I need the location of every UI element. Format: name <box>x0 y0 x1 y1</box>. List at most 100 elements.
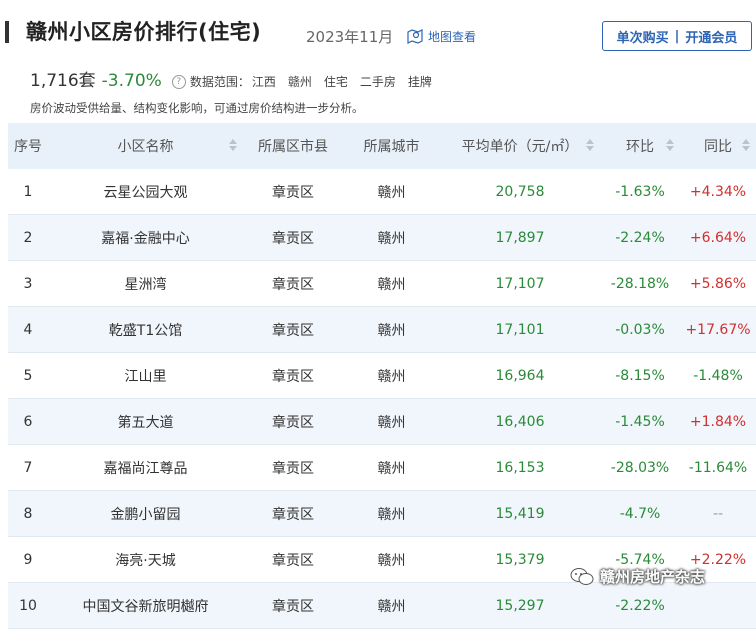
cell-avg-price: 16,964 <box>440 352 600 399</box>
cell-city: 赣州 <box>343 490 440 537</box>
col-price[interactable]: 平均单价（元/㎡） <box>440 123 600 169</box>
cell-community-name[interactable]: 金鹏小留园 <box>48 490 243 537</box>
cell-district: 章贡区 <box>243 306 343 353</box>
cell-district: 章贡区 <box>243 398 343 445</box>
cell-mom-change: -2.22% <box>600 582 680 629</box>
cell-district: 章贡区 <box>243 444 343 491</box>
cell-district: 章贡区 <box>243 169 343 215</box>
table-row[interactable]: 2 嘉福·金融中心 章贡区 赣州 17,897 -2.24% +6.64% <box>8 214 756 261</box>
cell-rank: 7 <box>8 444 48 491</box>
cell-rank: 1 <box>8 169 48 215</box>
cell-mom-change: -2.24% <box>600 214 680 261</box>
cell-district: 章贡区 <box>243 352 343 399</box>
cell-city: 赣州 <box>343 214 440 261</box>
cell-yoy-change <box>680 582 756 629</box>
col-mom[interactable]: 环比 <box>600 123 680 169</box>
table-row[interactable]: 4 乾盛T1公馆 章贡区 赣州 17,101 -0.03% +17.67% <box>8 306 756 353</box>
wechat-icon <box>570 567 594 585</box>
page-header: 赣州小区房价排行(住宅) 2023年11月 地图查看 单次购买 | 开通会员 <box>0 0 756 64</box>
watermark-text: 赣州房地产杂志 <box>600 568 706 586</box>
cell-avg-price: 15,419 <box>440 490 600 537</box>
price-note: 房价波动受供给量、结构变化影响，可通过房价结构进一步分析。 <box>30 101 364 115</box>
cell-mom-change: -4.7% <box>600 490 680 537</box>
page-title: 赣州小区房价排行(住宅) <box>26 20 262 44</box>
col-district: 所属区市县 <box>243 123 343 169</box>
map-view-link[interactable]: 地图查看 <box>406 27 476 45</box>
cell-community-name[interactable]: 嘉福尚江尊品 <box>48 444 243 491</box>
cell-mom-change: -0.03% <box>600 306 680 353</box>
col-rank: 序号 <box>8 123 48 169</box>
cell-district: 章贡区 <box>243 490 343 537</box>
cell-rank: 10 <box>8 582 48 629</box>
col-name[interactable]: 小区名称 <box>48 123 243 169</box>
cell-rank: 2 <box>8 214 48 261</box>
cell-avg-price: 17,107 <box>440 260 600 307</box>
scope-label: 数据范围： <box>189 75 250 89</box>
cell-rank: 6 <box>8 398 48 445</box>
cell-rank: 3 <box>8 260 48 307</box>
cell-community-name[interactable]: 海亮·天城 <box>48 536 243 583</box>
sort-icon[interactable] <box>742 139 750 151</box>
cell-yoy-change: -1.48% <box>680 352 756 399</box>
report-date: 2023年11月 <box>306 28 394 46</box>
sort-icon[interactable] <box>586 139 594 151</box>
cell-yoy-change: +4.34% <box>680 169 756 215</box>
wechat-watermark: 赣州房地产杂志 <box>570 566 705 587</box>
cell-yoy-change: -11.64% <box>680 444 756 491</box>
sort-icon[interactable] <box>229 139 237 151</box>
cell-yoy-change: +17.67% <box>680 306 756 353</box>
buy-once-button[interactable]: 单次购买 <box>614 27 672 46</box>
sort-icon[interactable] <box>666 139 674 151</box>
cell-community-name[interactable]: 江山里 <box>48 352 243 399</box>
table-header: 序号 小区名称 所属区市县 所属城市 平均单价（元/㎡） 环比 同比 <box>8 123 756 169</box>
cell-community-name[interactable]: 中国文谷新旅明樾府 <box>48 582 243 629</box>
cell-yoy-change: +6.64% <box>680 214 756 261</box>
scope-type: 住宅 <box>323 75 348 89</box>
cell-avg-price: 15,297 <box>440 582 600 629</box>
table-row[interactable]: 8 金鹏小留园 章贡区 赣州 15,419 -4.7% -- <box>8 490 756 537</box>
cell-city: 赣州 <box>343 352 440 399</box>
cell-community-name[interactable]: 乾盛T1公馆 <box>48 306 243 353</box>
map-view-label: 地图查看 <box>428 29 477 44</box>
help-icon[interactable]: ? <box>171 75 186 89</box>
cell-city: 赣州 <box>343 444 440 491</box>
stats-summary: 1,716套 -3.70% ? 数据范围： 江西 赣州 住宅 二手房 挂牌 <box>30 66 432 91</box>
scope-province: 江西 <box>251 75 276 89</box>
cell-city: 赣州 <box>343 169 440 215</box>
cell-district: 章贡区 <box>243 214 343 261</box>
cell-rank: 5 <box>8 352 48 399</box>
cell-mom-change: -28.03% <box>600 444 680 491</box>
cell-community-name[interactable]: 星洲湾 <box>48 260 243 307</box>
cell-city: 赣州 <box>343 536 440 583</box>
table-row[interactable]: 7 嘉福尚江尊品 章贡区 赣州 16,153 -28.03% -11.64% <box>8 444 756 491</box>
cell-avg-price: 20,758 <box>440 169 600 215</box>
title-accent-bar <box>5 21 9 43</box>
cell-city: 赣州 <box>343 260 440 307</box>
table-row[interactable]: 5 江山里 章贡区 赣州 16,964 -8.15% -1.48% <box>8 352 756 399</box>
scope-city: 赣州 <box>287 75 312 89</box>
cell-mom-change: -1.63% <box>600 169 680 215</box>
button-divider: | <box>674 28 680 44</box>
table-row[interactable]: 3 星洲湾 章贡区 赣州 17,107 -28.18% +5.86% <box>8 260 756 307</box>
cell-community-name[interactable]: 云星公园大观 <box>48 169 243 215</box>
cell-community-name[interactable]: 第五大道 <box>48 398 243 445</box>
cell-city: 赣州 <box>343 306 440 353</box>
col-mom-label: 环比 <box>626 139 654 155</box>
listing-count: 1,716套 <box>30 71 96 91</box>
membership-button[interactable]: 开通会员 <box>682 27 740 46</box>
cell-district: 章贡区 <box>243 536 343 583</box>
scope-source: 挂牌 <box>407 75 432 89</box>
table-row[interactable]: 10 中国文谷新旅明樾府 章贡区 赣州 15,297 -2.22% <box>8 582 756 629</box>
cell-yoy-change: +1.84% <box>680 398 756 445</box>
cell-yoy-change: -- <box>680 490 756 537</box>
cell-city: 赣州 <box>343 398 440 445</box>
col-price-label: 平均单价（元/㎡） <box>461 139 579 155</box>
col-yoy[interactable]: 同比 <box>680 123 756 169</box>
col-name-label: 小区名称 <box>117 139 174 155</box>
table-row[interactable]: 6 第五大道 章贡区 赣州 16,406 -1.45% +1.84% <box>8 398 756 445</box>
cell-avg-price: 16,153 <box>440 444 600 491</box>
table-row[interactable]: 1 云星公园大观 章贡区 赣州 20,758 -1.63% +4.34% <box>8 169 756 215</box>
cell-rank: 8 <box>8 490 48 537</box>
cell-community-name[interactable]: 嘉福·金融中心 <box>48 214 243 261</box>
col-yoy-label: 同比 <box>704 139 732 155</box>
